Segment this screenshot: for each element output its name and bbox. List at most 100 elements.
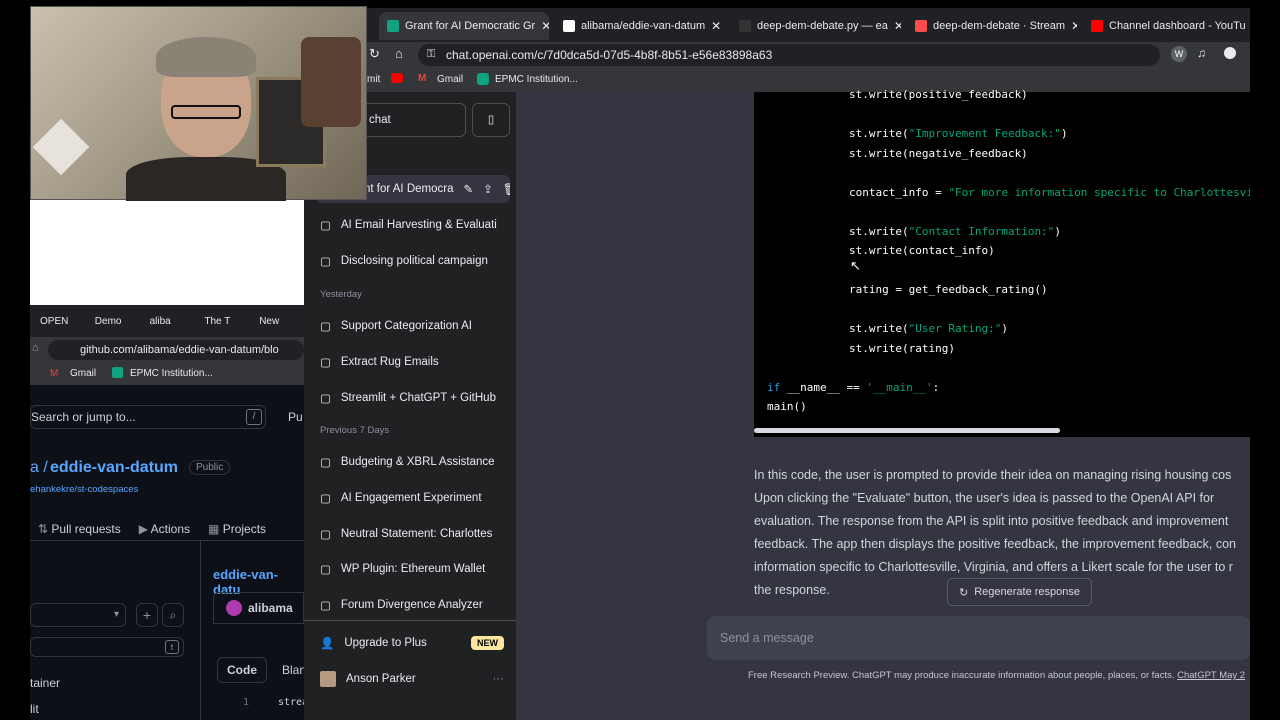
- chat-title: nt for AI Democra: [364, 183, 454, 195]
- pull-requests-tab[interactable]: ⇅ Pull requests: [38, 522, 121, 536]
- code-line: st.write(negative_feedback): [849, 147, 1028, 160]
- github-browser-tab[interactable]: aliba: [140, 316, 195, 327]
- message-line: In this code, the user is prompted to pr…: [754, 468, 1232, 482]
- fork-link[interactable]: ehankekre/st-codespaces: [30, 484, 138, 495]
- chat-bubble-icon: ▢: [320, 492, 331, 505]
- url-input[interactable]: ⚿ chat.openai.com/c/7d0dca5d-07d5-4b8f-8…: [418, 44, 1160, 66]
- chat-title: AI Email Harvesting & Evaluati: [340, 219, 497, 231]
- tab-favicon-icon: [1091, 20, 1103, 32]
- youtube-icon[interactable]: [391, 73, 403, 83]
- epmc-icon: [477, 73, 489, 85]
- avatar: [320, 671, 336, 687]
- lock-icon[interactable]: ⚿: [427, 48, 435, 61]
- code-text: main(): [767, 400, 807, 413]
- chat-title: Extract Rug Emails: [340, 355, 439, 368]
- sidebar-chat-item[interactable]: ▢ Support Categorization AI: [316, 312, 510, 340]
- new-badge: NEW: [471, 636, 504, 650]
- blame-tab[interactable]: Blan: [282, 663, 306, 677]
- close-icon[interactable]: ✕: [711, 19, 721, 33]
- home-icon[interactable]: ⌂: [32, 342, 39, 354]
- browser-tab[interactable]: Channel dashboard - YouTu✕: [1083, 12, 1253, 40]
- branch-select[interactable]: ▾: [30, 603, 126, 627]
- slash-key: /: [246, 409, 262, 425]
- code-tab[interactable]: Code: [217, 657, 267, 683]
- chat-bubble-icon: ▢: [320, 528, 331, 541]
- commit-author[interactable]: alibama: [248, 601, 293, 615]
- user-menu[interactable]: Anson Parker ···: [316, 665, 510, 693]
- sidebar-chat-item[interactable]: ▢ AI Email Harvesting & Evaluati: [316, 211, 510, 239]
- close-icon[interactable]: ✕: [894, 19, 901, 33]
- sidebar-chat-item[interactable]: ▢ Extract Rug Emails: [316, 348, 510, 376]
- code-text: :: [932, 381, 940, 394]
- pull-requests-label: Pull requests: [51, 522, 121, 536]
- gmail-bookmark[interactable]: Gmail: [70, 368, 96, 379]
- browser-tab[interactable]: deep-dem-debate.py — ea ✕: [731, 12, 901, 40]
- close-icon[interactable]: ✕: [1071, 19, 1077, 33]
- release-notes-link[interactable]: ChatGPT May 2: [1177, 670, 1245, 681]
- tree-item[interactable]: tainer: [30, 676, 60, 690]
- code-scrollbar[interactable]: [754, 428, 1060, 433]
- sidebar-chat-item[interactable]: ▢ Streamlit + ChatGPT + GitHub: [316, 384, 510, 412]
- epmc-icon: [112, 367, 123, 378]
- github-browser-tab[interactable]: Demo: [85, 316, 140, 327]
- sidebar-chat-item[interactable]: ▢ AI Engagement Experiment: [316, 484, 510, 512]
- browser-tab[interactable]: deep-dem-debate · Stream ✕: [907, 12, 1077, 40]
- sidebar-chat-item[interactable]: ▢ Forum Divergence Analyzer: [316, 591, 510, 619]
- github-browser-tab[interactable]: The T: [194, 316, 249, 327]
- webcam-video: [30, 6, 367, 201]
- epmc-bookmark[interactable]: EPMC Institution...: [130, 368, 213, 379]
- share-icon[interactable]: ⇪: [483, 182, 493, 196]
- browser-tab[interactable]: Grant for AI Democratic Gr ✕: [379, 12, 549, 40]
- wall-art: [301, 37, 361, 127]
- tab-label: deep-dem-debate · Stream: [933, 20, 1066, 32]
- tab-label: The T: [204, 315, 231, 327]
- github-browser-tab[interactable]: New: [249, 316, 304, 327]
- browser-tab[interactable]: alibama/eddie-van-datum ✕: [555, 12, 725, 40]
- actions-label: Actions: [150, 522, 191, 536]
- edit-icon[interactable]: ✎: [463, 182, 473, 196]
- tree-item[interactable]: lit: [30, 702, 39, 716]
- github-search-placeholder: Search or jump to...: [31, 410, 136, 424]
- tab-favicon-icon: [915, 20, 927, 32]
- sidebar-chat-item[interactable]: ▢ WP Plugin: Ethereum Wallet: [316, 555, 510, 583]
- github-search[interactable]: Search or jump to...: [30, 405, 266, 429]
- repo-name[interactable]: eddie-van-datum: [50, 459, 178, 477]
- sidebar-chat-item[interactable]: ▢ Disclosing political campaign: [316, 247, 510, 275]
- profile-icon[interactable]: [1224, 47, 1236, 59]
- chat-bubble-icon: ▢: [320, 356, 331, 369]
- trash-icon[interactable]: 🗑: [503, 182, 510, 196]
- regenerate-button[interactable]: ↻ Regenerate response: [947, 578, 1092, 606]
- pulls-link[interactable]: Pu: [288, 410, 303, 424]
- repo-owner[interactable]: a /: [30, 459, 48, 477]
- file-filter[interactable]: t: [30, 637, 184, 657]
- github-url[interactable]: github.com/alibama/eddie-van-datum/blo: [48, 340, 304, 360]
- message-input[interactable]: Send a message: [707, 616, 1250, 660]
- epmc-bookmark[interactable]: EPMC Institution...: [495, 74, 578, 85]
- more-icon[interactable]: ···: [493, 673, 505, 685]
- toggle-sidebar-icon[interactable]: ▯: [472, 103, 510, 137]
- plus-icon[interactable]: +: [136, 603, 158, 627]
- chat-title: WP Plugin: Ethereum Wallet: [340, 563, 486, 576]
- gmail-bookmark[interactable]: Gmail: [437, 74, 463, 85]
- code-line: st.write("Contact Information:"): [849, 225, 1061, 238]
- reload-icon[interactable]: ↻: [369, 46, 380, 62]
- projects-tab[interactable]: ▦ Projects: [208, 522, 266, 536]
- code-line: rating = get_feedback_rating(): [849, 283, 1048, 296]
- actions-tab[interactable]: ▶ Actions: [139, 522, 190, 536]
- glasses: [171, 105, 241, 119]
- code-text: ): [1060, 127, 1068, 140]
- search-icon[interactable]: ⌕: [162, 603, 184, 627]
- code-line: st.write(positive_feedback): [849, 88, 1028, 101]
- sidebar-chat-item[interactable]: ▢ Budgeting & XBRL Assistance: [316, 448, 510, 476]
- headphones-icon[interactable]: ♫: [1197, 46, 1206, 60]
- github-browser-tab[interactable]: OPEN: [30, 316, 85, 327]
- code-text: st.write(: [849, 322, 909, 335]
- extension-w-icon[interactable]: W: [1171, 46, 1187, 62]
- home-icon[interactable]: ⌂: [395, 46, 403, 61]
- close-icon[interactable]: ✕: [541, 19, 549, 33]
- upgrade-button[interactable]: 👤 Upgrade to Plus NEW: [316, 629, 510, 657]
- sidebar-chat-item[interactable]: ▢ Neutral Statement: Charlottes: [316, 520, 510, 548]
- github-address-bar[interactable]: ⌂ github.com/alibama/eddie-van-datum/blo: [30, 337, 304, 363]
- bookmark-partial[interactable]: mit: [367, 74, 380, 85]
- refresh-icon: ↻: [958, 586, 969, 599]
